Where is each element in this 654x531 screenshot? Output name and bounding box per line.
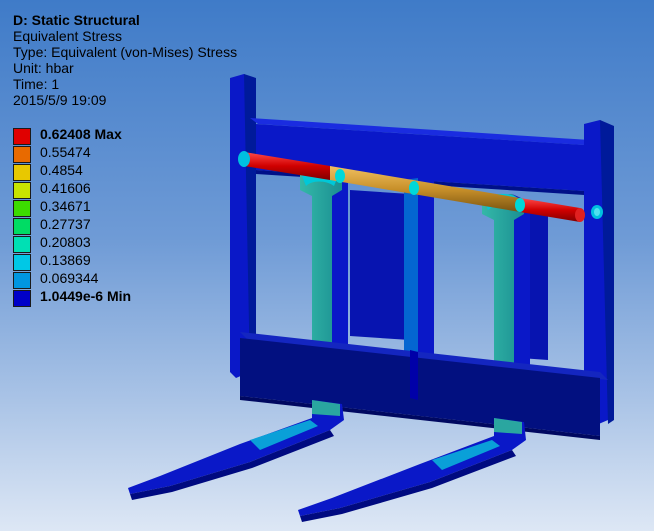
legend-label: 0.20803: [40, 234, 91, 250]
result-unit: Unit: hbar: [13, 60, 74, 76]
legend-swatch: [13, 236, 31, 253]
result-timestamp: 2015/5/9 19:09: [13, 92, 107, 108]
legend-label: 0.13869: [40, 252, 91, 268]
legend-swatch: [13, 200, 31, 217]
legend-label: 0.4854: [40, 162, 83, 178]
legend-label: 0.55474: [40, 144, 91, 160]
legend-swatch: [13, 272, 31, 289]
result-type: Type: Equivalent (von-Mises) Stress: [13, 44, 238, 60]
result-time: Time: 1: [13, 76, 60, 92]
result-name: Equivalent Stress: [13, 28, 122, 44]
legend-swatch: [13, 128, 31, 145]
legend-swatch: [13, 290, 31, 307]
legend-label: 1.0449e-6 Min: [40, 288, 132, 304]
legend-swatch: [13, 182, 31, 199]
result-info-panel: D: Static Structural Equivalent Stress T…: [13, 12, 237, 108]
legend-label: 0.27737: [40, 216, 91, 232]
legend-swatch: [13, 146, 31, 163]
legend-swatch: [13, 254, 31, 271]
left-fork-tine: [128, 400, 344, 500]
analysis-title: D: Static Structural: [13, 12, 140, 28]
legend-label: 0.34671: [40, 198, 91, 214]
legend-label: 0.62408 Max: [40, 126, 122, 142]
legend-label: 0.41606: [40, 180, 91, 196]
legend-label: 0.069344: [40, 270, 99, 286]
graphics-viewport[interactable]: D: Static Structural Equivalent Stress T…: [0, 0, 654, 531]
legend-swatch: [13, 164, 31, 181]
legend-swatch: [13, 218, 31, 235]
